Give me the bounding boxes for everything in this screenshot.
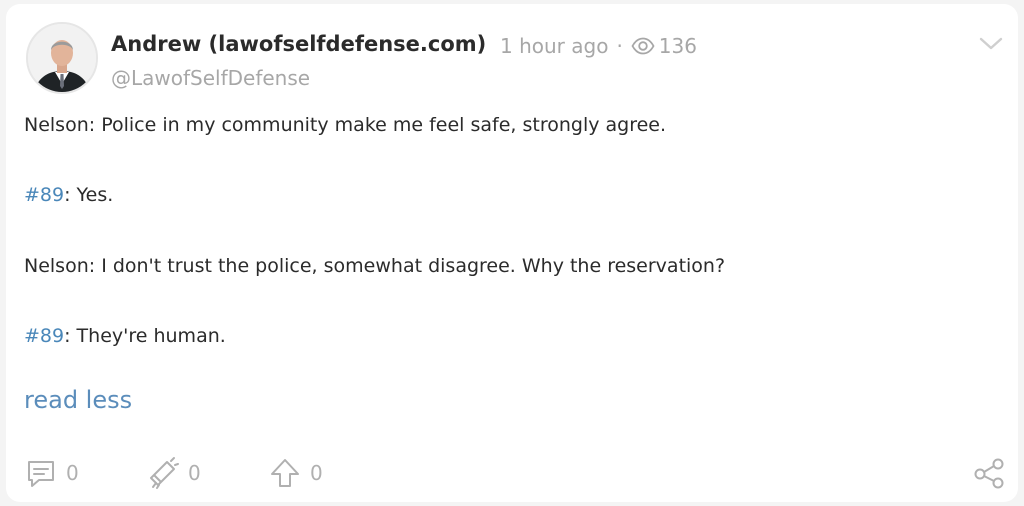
author-handle[interactable]: @LawofSelfDefense	[111, 66, 310, 90]
flag-button[interactable]: 0	[146, 456, 201, 490]
post-line-text: Nelson: I don't trust the police, somewh…	[24, 255, 726, 277]
post-meta: 1 hour ago · 136	[500, 34, 697, 58]
post-line-text: Nelson: Police in my community make me f…	[24, 114, 667, 136]
hashtag-link[interactable]: #89	[24, 184, 64, 206]
chevron-down-icon[interactable]	[976, 32, 1006, 56]
comment-count: 0	[66, 461, 79, 485]
upvote-arrow-icon	[271, 459, 299, 487]
post-line-text: : They're human.	[64, 325, 226, 347]
flag-count: 0	[188, 461, 201, 485]
post-line: Nelson: I don't trust the police, somewh…	[24, 255, 725, 277]
megaphone-icon	[150, 457, 179, 489]
share-icon[interactable]	[972, 456, 1006, 490]
view-count: 136	[658, 34, 697, 58]
post-line: #89: Yes.	[24, 184, 113, 206]
comment-icon	[28, 461, 54, 487]
upvote-count: 0	[310, 461, 323, 485]
post-line: Nelson: Police in my community make me f…	[24, 114, 666, 136]
eye-icon	[631, 37, 655, 55]
hashtag-link[interactable]: #89	[24, 325, 64, 347]
author-avatar[interactable]	[26, 22, 98, 94]
post-line: #89: They're human.	[24, 325, 226, 347]
upvote-button[interactable]: 0	[268, 456, 323, 490]
comment-button[interactable]: 0	[24, 456, 79, 490]
post-timestamp: 1 hour ago	[500, 34, 609, 58]
post-card: Andrew (lawofselfdefense.com) 1 hour ago…	[6, 4, 1018, 502]
author-name[interactable]: Andrew (lawofselfdefense.com)	[111, 32, 486, 56]
meta-separator: ·	[616, 34, 623, 58]
post-line-text: : Yes.	[64, 184, 114, 206]
read-less-link[interactable]: read less	[24, 386, 132, 414]
